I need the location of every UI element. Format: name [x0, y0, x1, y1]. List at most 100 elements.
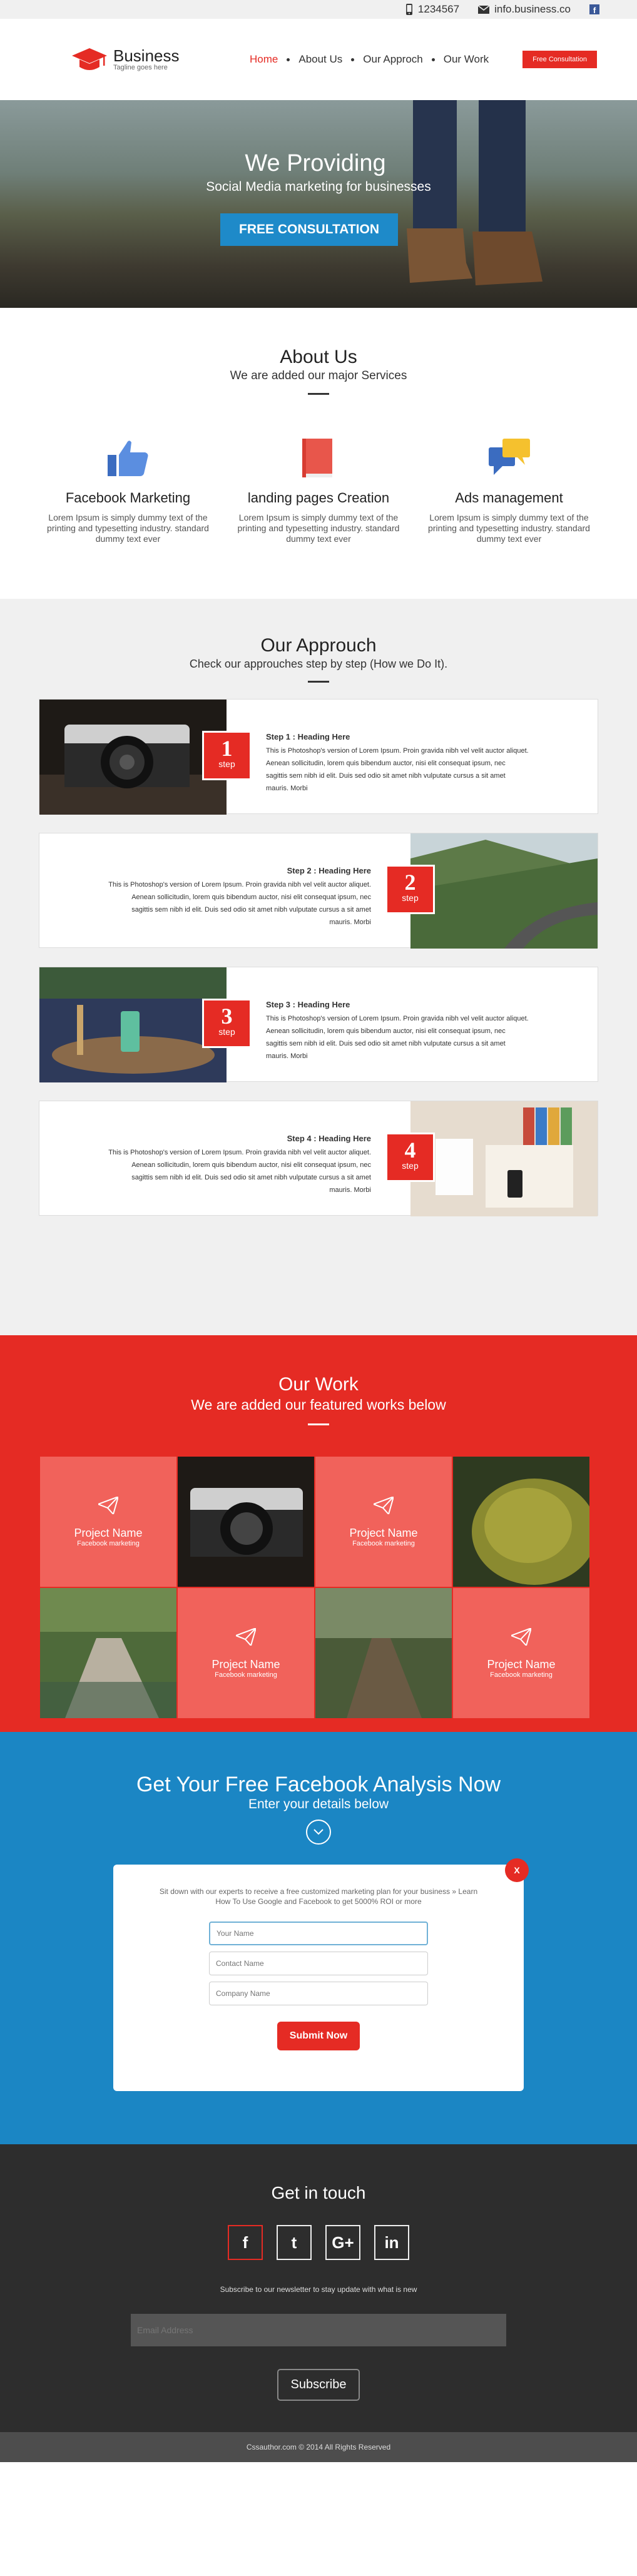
about-section: About Us We are added our major Services… — [0, 308, 637, 599]
project-name: Project Name — [487, 1657, 556, 1671]
portfolio-item[interactable]: Project Name Facebook marketing — [40, 1457, 176, 1587]
step-text: This is Photoshop's version of Lorem Ips… — [108, 1149, 371, 1194]
step-word: step — [402, 893, 419, 903]
step-heading: Step 3 : Heading Here — [266, 1000, 350, 1009]
step-badge: 2 step — [385, 865, 435, 914]
google-plus-icon[interactable]: G+ — [325, 2225, 360, 2260]
your-name-input[interactable] — [209, 1922, 428, 1945]
email-contact[interactable]: info.business.co — [478, 3, 571, 16]
hero-subtitle: Social Media marketing for businesses — [206, 180, 431, 194]
company-name-input[interactable] — [209, 1982, 428, 2005]
project-category: Facebook marketing — [77, 1539, 140, 1547]
divider — [308, 393, 329, 395]
book-icon — [302, 439, 332, 477]
portfolio-item[interactable] — [40, 1588, 176, 1718]
free-consultation-button[interactable]: Free Consultation — [522, 51, 597, 68]
step-word: step — [402, 1161, 419, 1171]
step-text: This is Photoshop's version of Lorem Ips… — [266, 1015, 529, 1060]
submit-button[interactable]: Submit Now — [277, 2022, 360, 2050]
service-text: Lorem Ipsum is simply dummy text of the … — [237, 512, 400, 544]
forest-path-photo — [315, 1588, 452, 1718]
copyright-text: Cssauthor.com © 2014 All Rights Reserved — [246, 2443, 391, 2451]
cafe-table-photo — [39, 967, 227, 1082]
nav-about[interactable]: About Us — [298, 53, 342, 66]
step-word: step — [218, 1027, 235, 1037]
about-subtitle: We are added our major Services — [230, 369, 407, 382]
logo[interactable]: Business Tagline goes here — [72, 47, 180, 72]
camera-photo — [178, 1457, 314, 1587]
top-bar: 1234567 info.business.co f — [0, 0, 637, 19]
portfolio-item[interactable] — [315, 1588, 452, 1718]
nav-dot — [287, 58, 290, 61]
step-badge: 4 step — [385, 1133, 435, 1182]
site-footer: Cssauthor.com © 2014 All Rights Reserved — [0, 2432, 637, 2462]
work-title: Our Work — [278, 1374, 359, 1395]
portfolio-item[interactable]: Project Name Facebook marketing — [178, 1588, 314, 1718]
pier-photo — [40, 1588, 176, 1718]
step-card-1: 1 step Step 1 : Heading Here This is Photo… — [39, 699, 598, 815]
phone-icon — [405, 4, 412, 15]
linkedin-icon[interactable]: in — [374, 2225, 409, 2260]
step-heading: Step 4 : Heading Here — [287, 1134, 371, 1143]
contact-section: Get in touch f t G+ in Subscribe to our … — [0, 2144, 637, 2432]
divider — [308, 1423, 329, 1425]
service-title: Ads management — [455, 490, 563, 506]
analysis-subtitle: Enter your details below — [248, 1797, 389, 1811]
step-text: This is Photoshop's version of Lorem Ips… — [108, 881, 371, 926]
approach-section: Our Approuch Check our approuches step b… — [0, 599, 637, 1335]
step-card-3: 3 step Step 3 : Heading Here This is Photo… — [39, 967, 598, 1082]
newsletter-text: Subscribe to our newsletter to stay upda… — [220, 2285, 417, 2294]
hero-title: We Providing — [245, 150, 386, 176]
facebook-icon[interactable]: f — [589, 4, 599, 14]
portfolio-item[interactable] — [178, 1457, 314, 1587]
chat-bubbles-icon — [488, 439, 530, 475]
about-title: About Us — [280, 347, 357, 367]
paper-plane-icon — [236, 1627, 256, 1646]
phone-contact[interactable]: 1234567 — [405, 3, 459, 16]
step-heading: Step 2 : Heading Here — [287, 866, 371, 875]
paper-plane-icon — [98, 1496, 118, 1514]
nav-home[interactable]: Home — [250, 53, 278, 66]
step-heading: Step 1 : Heading Here — [266, 732, 350, 741]
project-category: Facebook marketing — [352, 1539, 415, 1547]
portfolio-item[interactable]: Project Name Facebook marketing — [453, 1588, 589, 1718]
service-title: landing pages Creation — [247, 490, 390, 506]
step-word: step — [218, 759, 235, 769]
service-landing-pages: landing pages Creation Lorem Ipsum is si… — [230, 439, 408, 544]
chevron-down-icon[interactable] — [306, 1820, 331, 1845]
phone-number: 1234567 — [417, 3, 460, 15]
project-name: Project Name — [349, 1526, 418, 1539]
email-input[interactable] — [131, 2314, 506, 2346]
contact-name-input[interactable] — [209, 1952, 428, 1975]
facebook-icon[interactable]: f — [228, 2225, 263, 2260]
page-bottom-space — [0, 2462, 637, 2565]
twitter-icon[interactable]: t — [277, 2225, 312, 2260]
approach-subtitle: Check our approuches step by step (How w… — [189, 658, 448, 670]
approach-title: Our Approuch — [260, 635, 377, 656]
nav-work[interactable]: Our Work — [444, 53, 489, 66]
hero-consultation-button[interactable]: FREE CONSULTATION — [220, 213, 398, 246]
portfolio-item[interactable]: Project Name Facebook marketing — [315, 1457, 452, 1587]
portfolio-item[interactable] — [453, 1457, 589, 1587]
subscribe-button[interactable]: Subscribe — [277, 2369, 360, 2401]
project-name: Project Name — [211, 1657, 280, 1671]
project-category: Facebook marketing — [215, 1671, 277, 1679]
nav-approach[interactable]: Our Approch — [363, 53, 422, 66]
service-text: Lorem Ipsum is simply dummy text of the … — [428, 512, 590, 544]
step-card-2: 2 step Step 2 : Heading Here This is Photo… — [39, 833, 598, 949]
paper-plane-icon — [511, 1627, 531, 1646]
work-section: Our Work We are added our featured works… — [0, 1335, 637, 1732]
paper-plane-icon — [374, 1496, 394, 1514]
site-header: Business Tagline goes here Home About Us… — [0, 19, 637, 100]
divider — [308, 681, 329, 683]
step-card-4: 4 step Step 4 : Heading Here This is Photo… — [39, 1101, 598, 1216]
camera-photo — [39, 700, 227, 815]
analysis-section: Get Your Free Facebook Analysis Now Ente… — [0, 1732, 637, 2144]
envelope-icon — [478, 5, 490, 14]
close-icon[interactable]: X — [505, 1858, 529, 1882]
portfolio-grid: Project Name Facebook marketing Project … — [40, 1457, 597, 1718]
step-badge: 3 step — [202, 999, 252, 1048]
social-links: f t G+ in — [0, 2225, 637, 2260]
thumbs-up-icon — [107, 440, 148, 476]
step-badge: 1 step — [202, 731, 252, 780]
